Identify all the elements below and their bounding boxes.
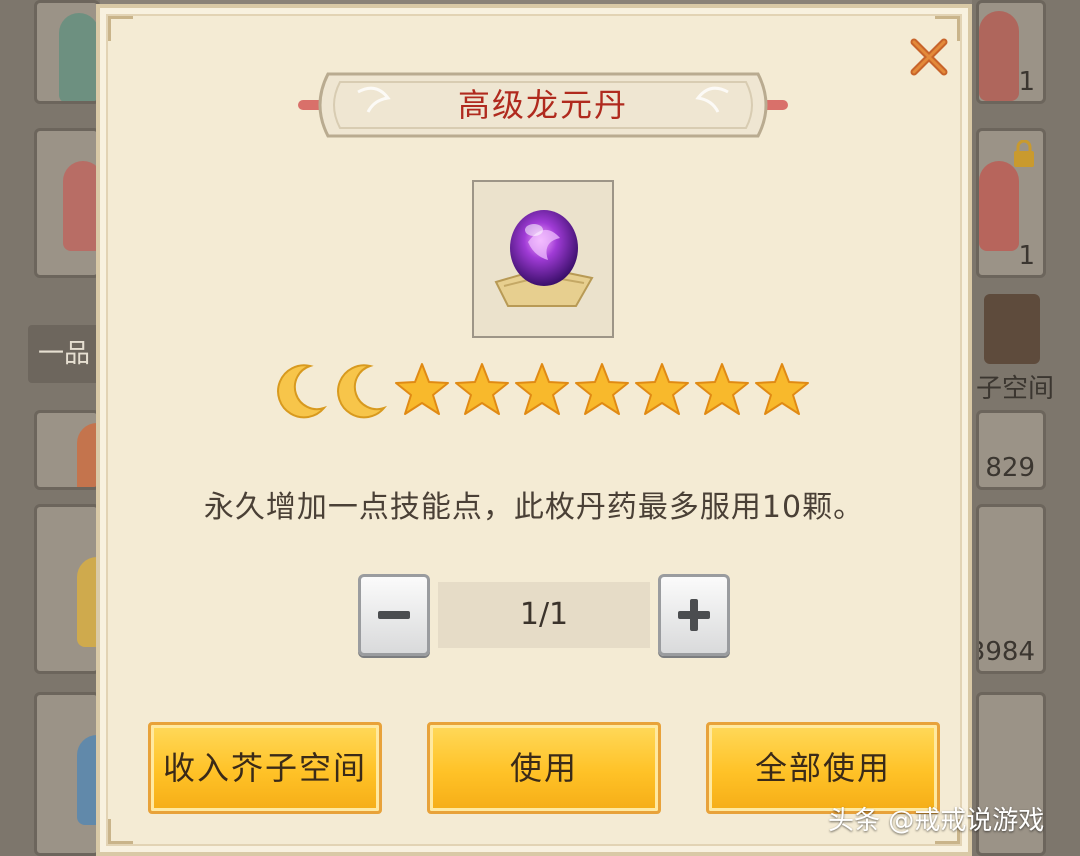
minus-icon	[378, 611, 410, 619]
background-slot	[34, 692, 100, 856]
quantity-field[interactable]: 1/1	[438, 582, 650, 648]
moon-icon	[332, 358, 392, 422]
background-count: 3984	[979, 637, 1035, 667]
plus-icon	[678, 599, 710, 631]
title-banner: 高级龙元丹	[298, 70, 788, 140]
chest-icon	[984, 294, 1040, 364]
background-slot	[34, 0, 100, 104]
background-right-panel: 1 1 829 3984	[972, 0, 1080, 856]
background-slot: 829	[976, 410, 1046, 490]
item-detail-dialog: 高级龙元丹 永久增加一点技能点，此枚丹药最多服用10颗。 1/1 收入芥子空间 …	[96, 4, 972, 856]
star-icon	[692, 358, 752, 422]
background-count: 829	[985, 453, 1035, 483]
background-slot: 3984	[976, 504, 1046, 674]
close-icon[interactable]	[906, 34, 952, 80]
background-count: 1	[1018, 241, 1035, 271]
rank-indicator	[272, 358, 816, 422]
item-icon-frame	[472, 180, 614, 338]
background-slot	[34, 128, 100, 278]
star-icon	[392, 358, 452, 422]
decrease-quantity-button[interactable]	[358, 574, 430, 656]
watermark: 头条 @戒戒说游戏	[828, 806, 1045, 836]
moon-icon	[272, 358, 332, 422]
increase-quantity-button[interactable]	[658, 574, 730, 656]
lock-icon	[1014, 140, 1034, 167]
star-icon	[752, 358, 812, 422]
dialog-title: 高级龙元丹	[457, 86, 628, 124]
background-slot	[34, 504, 100, 674]
corner-ornament	[108, 16, 133, 41]
star-icon	[512, 358, 572, 422]
background-grade-tab: 一品	[28, 325, 100, 383]
star-icon	[632, 358, 692, 422]
star-icon	[452, 358, 512, 422]
use-button[interactable]: 使用	[427, 722, 661, 814]
background-count: 1	[1018, 67, 1035, 97]
item-description: 永久增加一点技能点，此枚丹药最多服用10颗。	[203, 490, 865, 525]
background-space-label: 子空间	[976, 374, 1055, 404]
background-slot	[34, 410, 100, 490]
purple-orb-on-scroll-icon	[494, 210, 594, 307]
star-icon	[572, 358, 632, 422]
corner-ornament	[108, 819, 133, 844]
background-slot: 1	[976, 0, 1046, 104]
store-in-space-button[interactable]: 收入芥子空间	[148, 722, 382, 814]
background-left-panel	[0, 0, 100, 856]
